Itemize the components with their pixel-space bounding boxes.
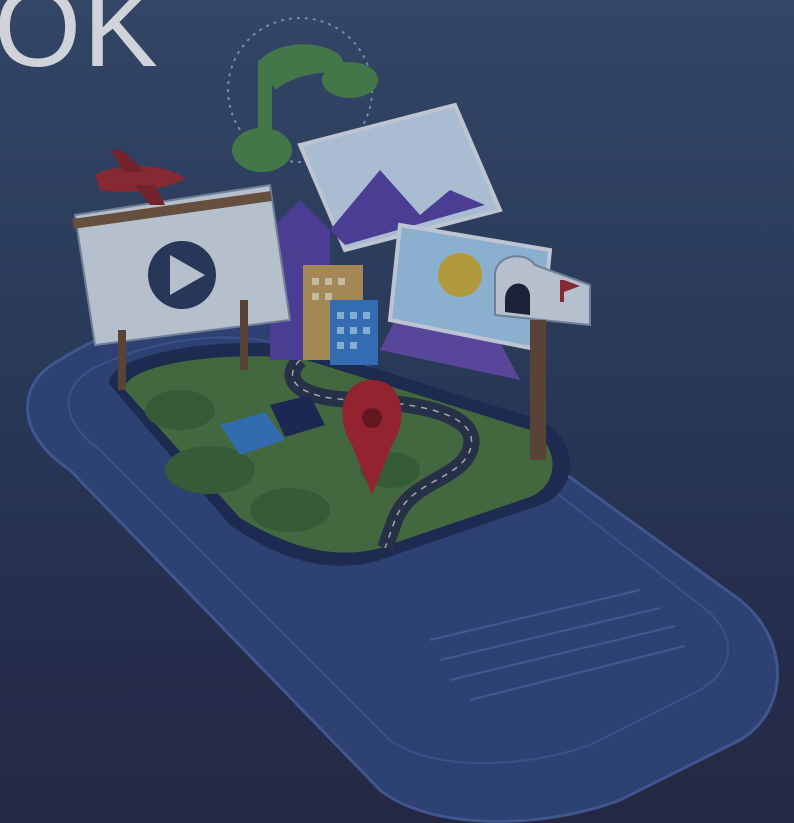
phone-city-illustration	[26, 17, 779, 823]
airplane-icon	[95, 150, 185, 205]
